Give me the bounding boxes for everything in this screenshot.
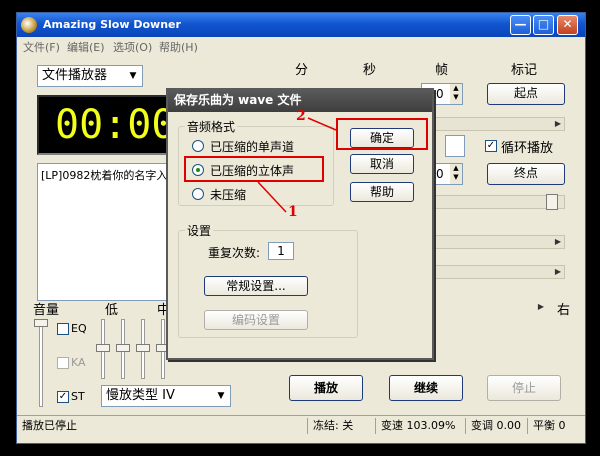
volume-slider[interactable]	[39, 323, 43, 407]
title-bar[interactable]: Amazing Slow Downer — □ ✕	[17, 13, 585, 37]
mode-combo[interactable]: 慢放类型 IV ▼	[101, 385, 231, 407]
header-frames: 帧	[435, 63, 449, 78]
play-arrow-icon: ▶	[554, 119, 561, 128]
ka-checkbox[interactable]	[57, 357, 69, 369]
play-arrow-icon: ▶	[554, 267, 561, 276]
low-label: 低	[105, 303, 119, 318]
status-speed: 变速 103.09%	[375, 418, 465, 434]
header-minutes: 分	[295, 63, 309, 78]
play-arrow-icon: ▶	[554, 237, 561, 246]
header-seconds: 秒	[363, 63, 377, 78]
status-pitch: 变调 0.00	[465, 418, 527, 434]
source-combo[interactable]: 文件播放器 ▼	[37, 65, 143, 87]
menu-edit[interactable]: 编辑(E)	[67, 39, 105, 55]
eq-label: EQ	[71, 322, 87, 335]
annotation-line-1	[257, 181, 287, 213]
eq-slider-2-thumb[interactable]	[116, 344, 130, 352]
balance-right-label: 右	[557, 303, 571, 318]
app-icon	[21, 17, 37, 33]
volume-slider-thumb[interactable]	[34, 319, 48, 327]
eq-slider-3-thumb[interactable]	[136, 344, 150, 352]
annotation-2: 2	[296, 108, 306, 124]
loop-label: 循环播放	[501, 141, 554, 156]
maximize-button[interactable]: □	[533, 15, 554, 35]
play-button[interactable]: 播放	[289, 375, 363, 401]
time-field[interactable]	[445, 135, 465, 157]
volume-label: 音量	[33, 303, 60, 318]
status-freeze: 冻结: 关	[307, 418, 375, 434]
annotation-arrows	[257, 117, 337, 213]
time-display: 00:00:	[37, 95, 200, 155]
st-label: ST	[71, 390, 85, 403]
menu-options[interactable]: 选项(O)	[113, 39, 152, 55]
menu-bar: 文件(F) 编辑(E) 选项(O) 帮助(H)	[17, 37, 585, 55]
menu-help[interactable]: 帮助(H)	[159, 39, 198, 55]
lyric-box: [LP]0982枕着你的名字入眠	[37, 163, 187, 301]
header-mark: 标记	[511, 63, 538, 78]
play-arrow-icon: ▶	[537, 302, 544, 311]
close-button[interactable]: ✕	[557, 15, 578, 35]
annotation-line-2	[307, 117, 337, 131]
continue-button[interactable]: 继续	[389, 375, 463, 401]
eq-slider-1-thumb[interactable]	[96, 344, 110, 352]
position-track-1[interactable]: ▶	[433, 117, 565, 131]
st-checkbox[interactable]: ✓	[57, 391, 69, 403]
track-2[interactable]: ▶	[433, 235, 565, 249]
end-point-button[interactable]: 终点	[487, 163, 565, 185]
track-4[interactable]: ▶	[433, 301, 547, 315]
eq-checkbox[interactable]	[57, 323, 69, 335]
slider-thumb[interactable]	[546, 194, 558, 210]
menu-file[interactable]: 文件(F)	[23, 39, 60, 55]
loop-checkbox[interactable]: ✓	[485, 140, 497, 152]
source-combo-value: 文件播放器	[42, 68, 108, 83]
status-state: 播放已停止	[22, 419, 77, 432]
chevron-down-icon: ▼	[217, 391, 225, 401]
chevron-down-icon: ▼	[129, 71, 137, 81]
mode-combo-value: 慢放类型 IV	[106, 388, 175, 403]
save-wave-dialog: 保存乐曲为 wave 文件 音频格式 已压缩的单声道 已压缩的立体声 未压缩 确…	[166, 88, 434, 360]
track-3[interactable]: ▶	[433, 265, 565, 279]
status-bar: 播放已停止 冻结: 关 变速 103.09% 变调 0.00 平衡 0	[17, 415, 585, 435]
ka-label: KA	[71, 356, 86, 369]
annotation-1: 1	[288, 204, 298, 220]
frame-end-value: 0	[436, 167, 444, 181]
window-title: Amazing Slow Downer	[43, 18, 181, 31]
spin-arrows-icon[interactable]: ▲ ▼	[450, 164, 462, 184]
status-balance: 平衡 0	[527, 418, 585, 434]
position-slider[interactable]	[433, 194, 565, 210]
start-point-button[interactable]: 起点	[487, 83, 565, 105]
spin-arrows-icon[interactable]: ▲ ▼	[450, 84, 462, 104]
stop-button[interactable]: 停止	[487, 375, 561, 401]
frame-start-value: 0	[436, 87, 444, 101]
minimize-button[interactable]: —	[510, 15, 531, 35]
